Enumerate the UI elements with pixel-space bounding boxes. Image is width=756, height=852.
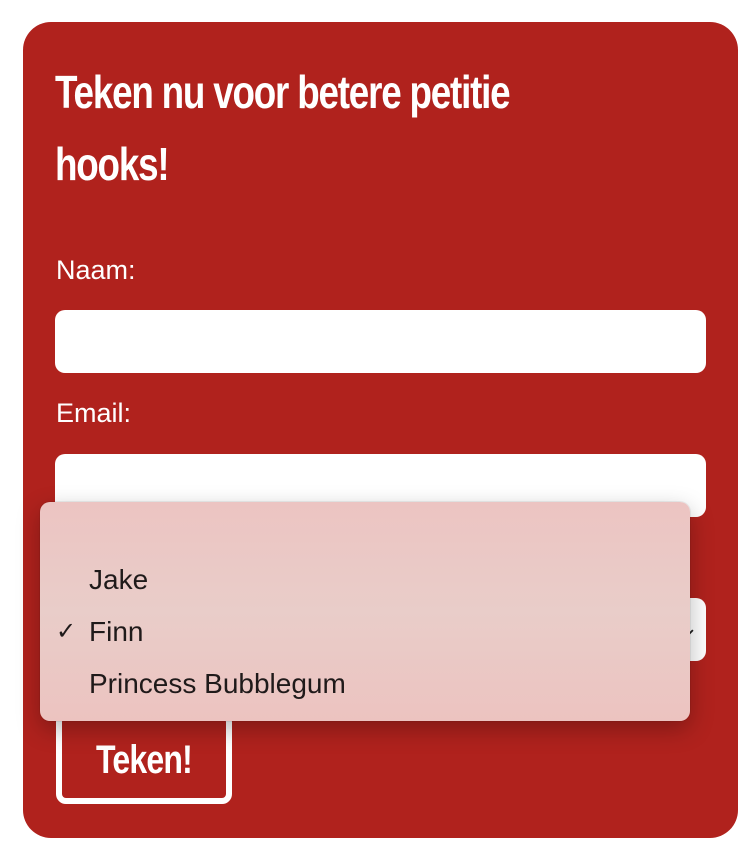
dropdown-option-princess-bubblegum[interactable]: Princess Bubblegum — [0, 658, 756, 710]
option-label: Jake — [89, 564, 149, 595]
option-label: Finn — [89, 616, 144, 647]
name-label: Naam: — [56, 255, 136, 285]
checkmark-icon: ✓ — [56, 618, 77, 645]
email-label: Email: — [56, 398, 132, 428]
page: Teken nu voor betere petitie hooks! Naam… — [0, 0, 756, 852]
form-heading: Teken nu voor betere petitie hooks! — [55, 66, 511, 190]
submit-label: Teken! — [96, 738, 193, 782]
submit-button[interactable]: Teken! — [56, 712, 232, 804]
dropdown-option-finn[interactable]: ✓ Finn — [0, 606, 756, 658]
name-input[interactable] — [55, 310, 706, 373]
dropdown-option-jake[interactable]: Jake — [0, 554, 756, 606]
option-label: Princess Bubblegum — [89, 668, 346, 699]
